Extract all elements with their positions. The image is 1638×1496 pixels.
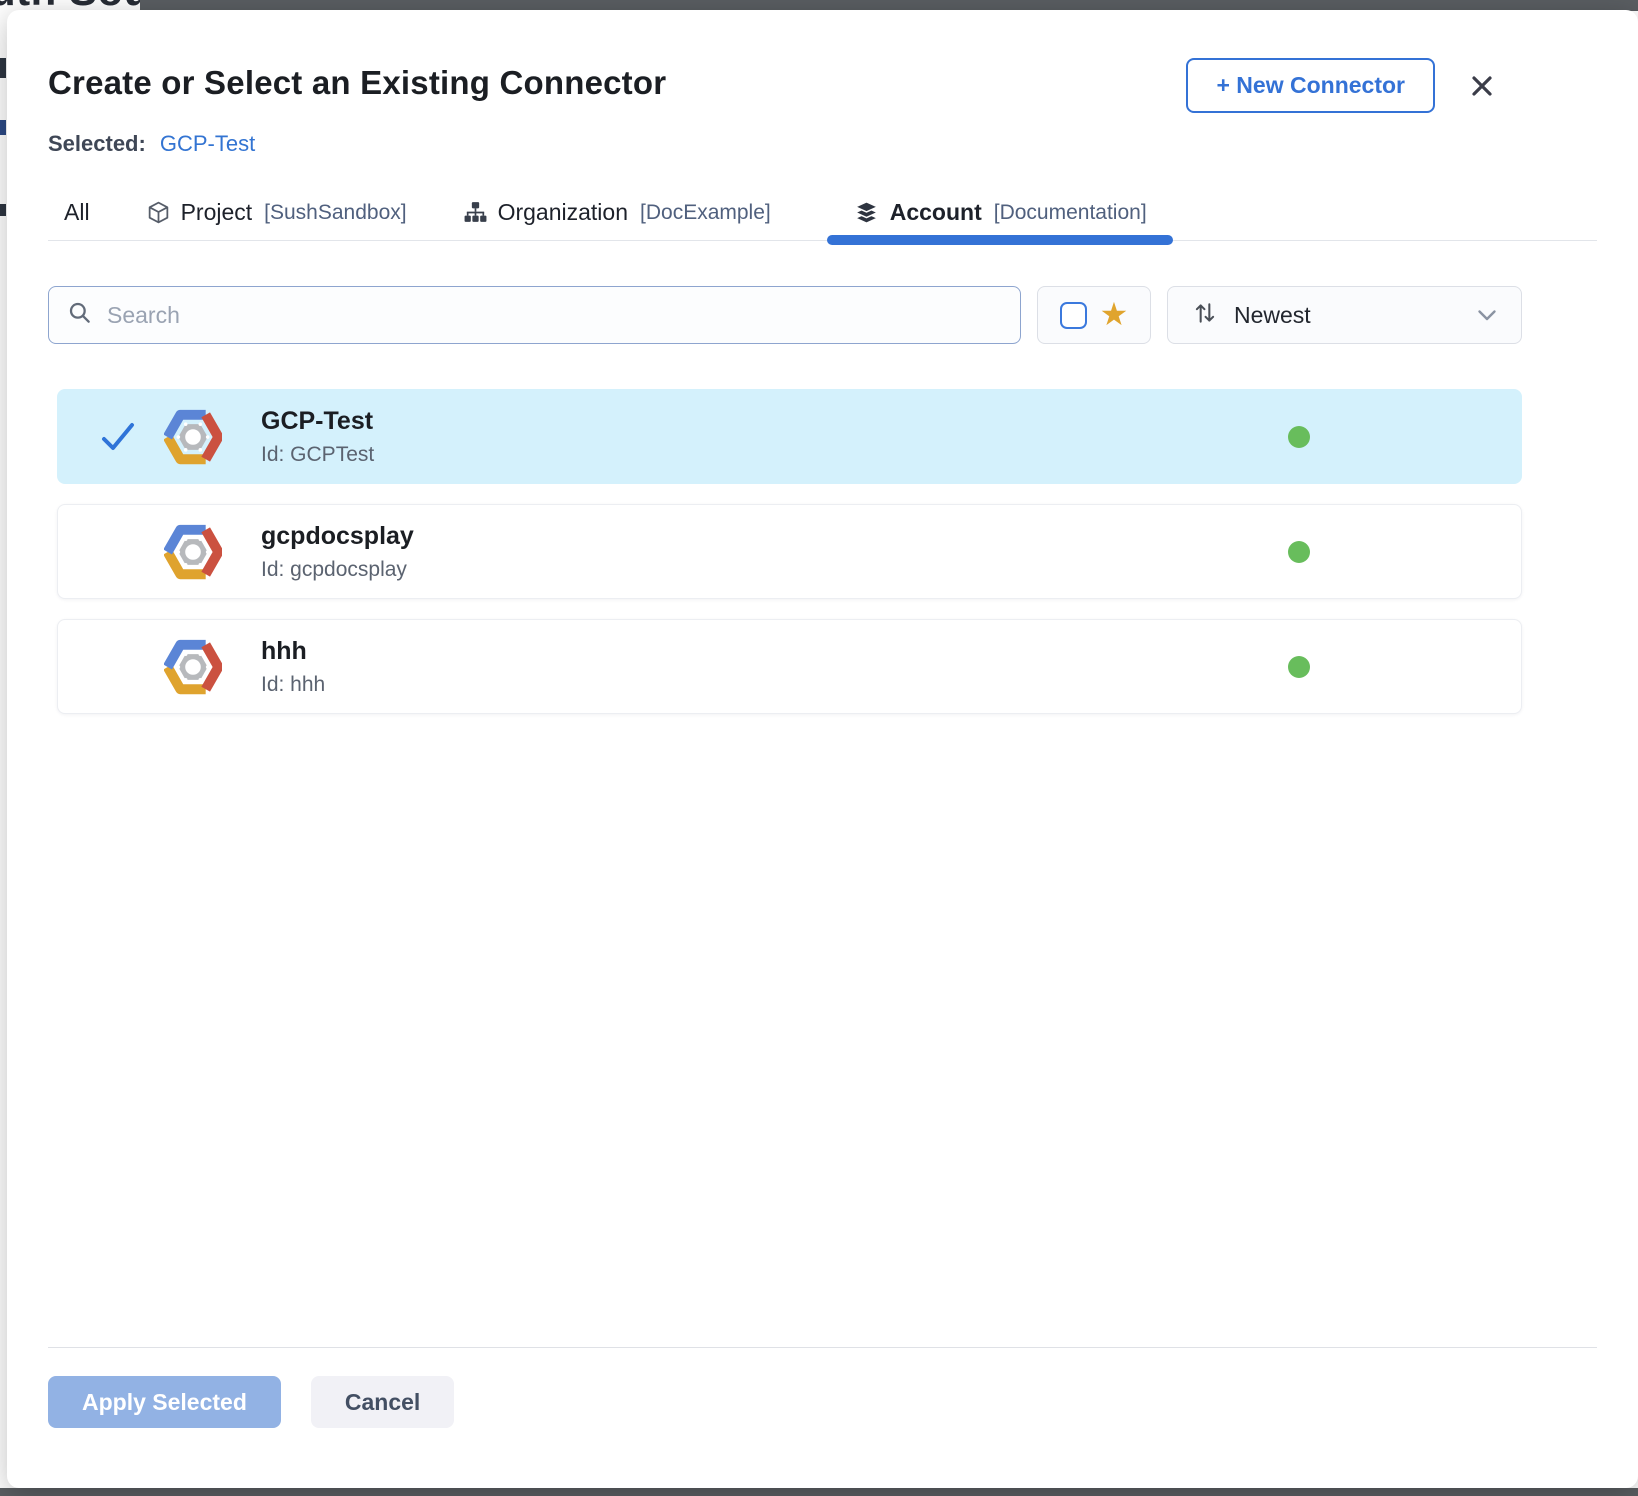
check-icon	[100, 421, 136, 453]
sort-arrows-icon	[1192, 300, 1218, 331]
chevron-down-icon	[1477, 309, 1497, 322]
search-input[interactable]	[107, 302, 1002, 329]
selected-summary: Selected: GCP-Test	[48, 131, 1597, 157]
modal-header: Create or Select an Existing Connector +…	[48, 64, 1597, 113]
cancel-button[interactable]: Cancel	[311, 1376, 454, 1428]
tab-all[interactable]: All	[64, 199, 90, 226]
connector-name: GCP-Test	[261, 407, 374, 436]
scope-tabs: All Project [SushSandbox]	[48, 199, 1597, 241]
gcp-connector-icon	[164, 638, 222, 696]
gcp-connector-icon	[164, 408, 222, 466]
connector-name: gcpdocsplay	[261, 522, 414, 551]
backdrop-edge-mark	[0, 204, 6, 216]
tab-organization[interactable]: Organization [DocExample]	[463, 199, 771, 226]
status-dot	[1288, 656, 1310, 678]
search-icon	[67, 300, 93, 331]
org-chart-icon	[463, 200, 488, 225]
connector-list: GCP-Test Id: GCPTest gcpdocsplay	[57, 389, 1522, 714]
favorites-filter[interactable]: ★	[1037, 286, 1151, 344]
connector-row-hhh[interactable]: hhh Id: hhh	[57, 619, 1522, 714]
list-toolbar: ★ Newest	[48, 286, 1522, 344]
connector-select-modal: Create or Select an Existing Connector +…	[7, 10, 1638, 1488]
close-button[interactable]	[1463, 67, 1501, 105]
apply-selected-button[interactable]: Apply Selected	[48, 1376, 281, 1428]
layers-icon	[853, 199, 880, 226]
cube-icon	[146, 200, 171, 225]
sort-dropdown[interactable]: Newest	[1167, 286, 1522, 344]
search-box	[48, 286, 1021, 344]
connector-row-gcp-test[interactable]: GCP-Test Id: GCPTest	[57, 389, 1522, 484]
connector-name: hhh	[261, 637, 325, 666]
modal-footer: Apply Selected Cancel	[48, 1347, 1597, 1488]
favorites-checkbox[interactable]	[1060, 302, 1087, 329]
selected-connector-link[interactable]: GCP-Test	[160, 131, 255, 157]
sort-selected-value: Newest	[1234, 302, 1311, 329]
backdrop-edge-mark	[0, 58, 6, 78]
connector-row-gcpdocsplay[interactable]: gcpdocsplay Id: gcpdocsplay	[57, 504, 1522, 599]
tab-project[interactable]: Project [SushSandbox]	[146, 199, 407, 226]
backdrop-overlay-bottom	[0, 1488, 1638, 1496]
close-icon	[1467, 89, 1497, 104]
connector-id: Id: gcpdocsplay	[261, 558, 414, 582]
backdrop-edge-mark	[0, 120, 6, 135]
connector-id: Id: GCPTest	[261, 443, 374, 467]
status-dot	[1288, 541, 1310, 563]
tab-account[interactable]: Account [Documentation]	[827, 199, 1173, 226]
selected-label: Selected:	[48, 131, 146, 157]
new-connector-button[interactable]: + New Connector	[1186, 58, 1435, 113]
status-dot	[1288, 426, 1310, 448]
connector-id: Id: hhh	[261, 673, 325, 697]
gcp-connector-icon	[164, 523, 222, 581]
star-icon: ★	[1100, 298, 1129, 330]
modal-title: Create or Select an Existing Connector	[48, 64, 666, 102]
